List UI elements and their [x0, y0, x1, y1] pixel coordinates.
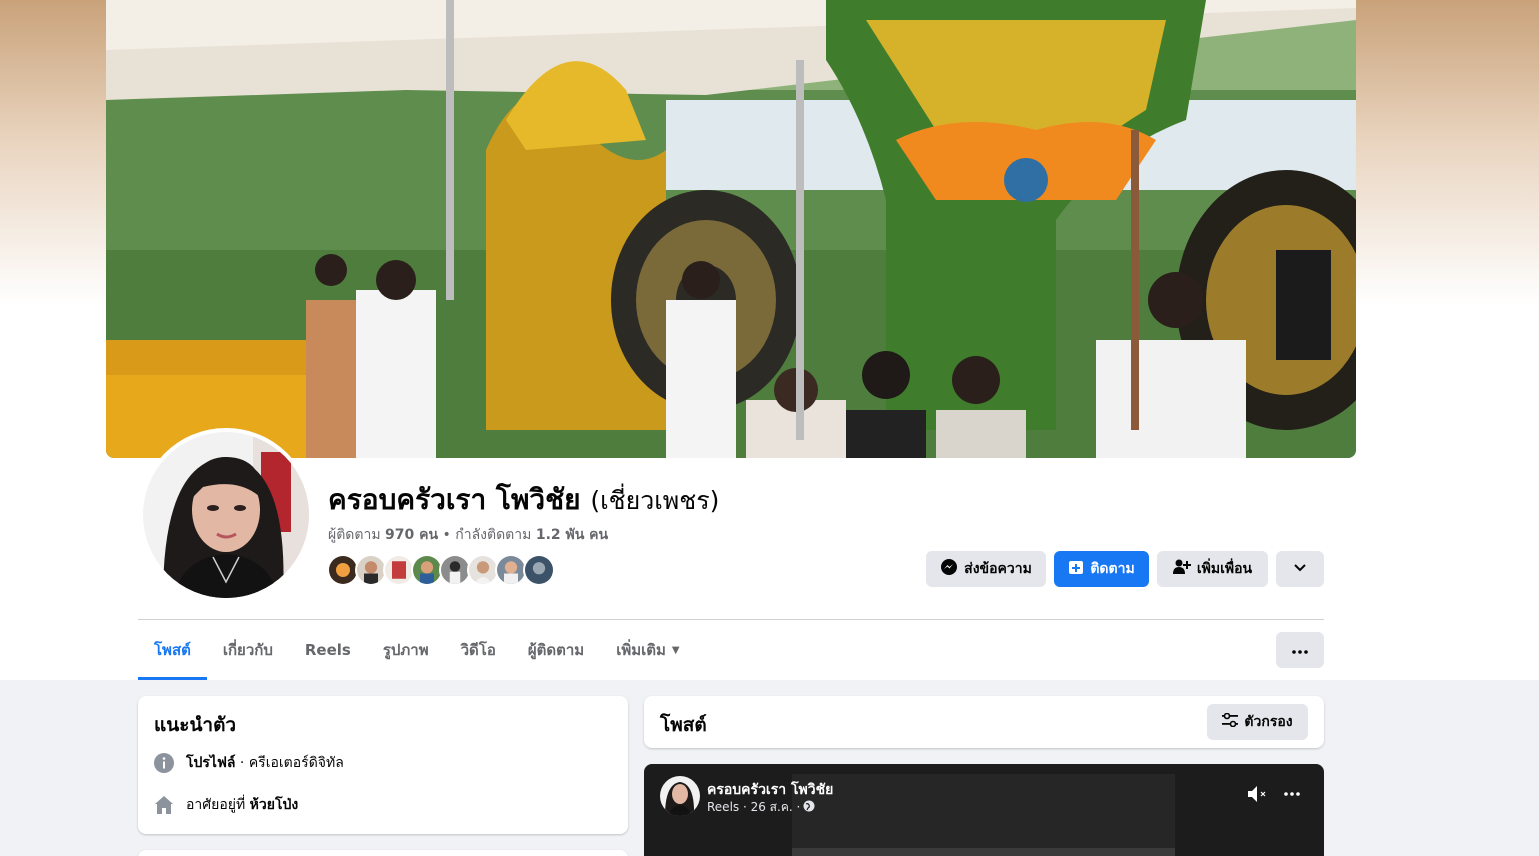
profile-tabs: โพสต์ เกี่ยวกับ Reels รูปภาพ วิดีโอ ผู้ต…: [138, 620, 696, 680]
tab-photos-label: รูปภาพ: [382, 641, 429, 659]
next-card-peek: [138, 850, 628, 856]
chevron-down-icon: [1293, 561, 1307, 577]
tab-more-options-button[interactable]: [1276, 632, 1324, 668]
reel-meta-text[interactable]: Reels · 26 ส.ค. ·: [707, 798, 800, 817]
intro-card: แนะนำตัว โปรไฟล์ · ครีเอเตอร์ดิจิทัล อาศ…: [138, 696, 628, 834]
profile-options-button[interactable]: [1276, 551, 1324, 587]
tab-videos[interactable]: วิดีโอ: [445, 620, 512, 680]
following-label[interactable]: กำลังติดตาม: [455, 527, 531, 543]
follow-button[interactable]: ติดตาม: [1054, 551, 1149, 587]
messenger-icon: [940, 558, 958, 580]
tab-more[interactable]: เพิ่มเติม ▼: [600, 620, 695, 680]
reel-video-frame: [792, 848, 1175, 856]
reel-video-area[interactable]: [792, 774, 1175, 856]
add-friend-button-label: เพิ่มเพื่อน: [1196, 561, 1253, 577]
message-button[interactable]: ส่งข้อความ: [926, 551, 1046, 587]
intro-profile-row: โปรไฟล์ · ครีเอเตอร์ดิจิทัล: [154, 752, 344, 774]
profile-picture[interactable]: [139, 428, 313, 602]
cover-photo-image: [106, 0, 1356, 458]
follow-icon: [1068, 559, 1084, 579]
follower-avatar[interactable]: [523, 554, 555, 586]
profile-alternate-name: (เชี่ยวเพชร): [590, 486, 720, 515]
post-more-icon[interactable]: [1280, 784, 1304, 804]
profile-name-text: ครอบครัวเรา โพวิชัย: [328, 483, 581, 516]
posts-title: โพสต์: [660, 714, 707, 736]
caret-down-icon: ▼: [671, 644, 680, 656]
intro-profile-label: โปรไฟล์: [186, 755, 236, 771]
reel-post[interactable]: ครอบครัวเรา โพวิชัย Reels · 26 ส.ค. ·: [644, 764, 1324, 856]
ellipsis-icon: [1292, 642, 1308, 658]
globe-icon: [803, 800, 815, 815]
followers-label[interactable]: ผู้ติดตาม: [328, 527, 381, 543]
intro-lives-in-row: อาศัยอยู่ที่ ห้วยโป่ง: [154, 794, 298, 816]
tab-reels-label: Reels: [304, 641, 351, 659]
tab-reels[interactable]: Reels: [289, 620, 367, 680]
filter-button-label: ตัวกรอง: [1244, 714, 1293, 730]
filter-icon: [1222, 712, 1239, 731]
filter-button[interactable]: ตัวกรอง: [1207, 704, 1308, 740]
intro-lives-in-value[interactable]: ห้วยโป่ง: [250, 797, 299, 813]
follower-avatars: [327, 554, 555, 586]
stats-separator: •: [438, 527, 456, 543]
reel-meta: Reels · 26 ส.ค. ·: [707, 798, 815, 817]
profile-picture-image: [143, 432, 309, 598]
intro-title: แนะนำตัว: [154, 714, 237, 736]
reel-author-avatar[interactable]: [660, 776, 700, 816]
profile-name: ครอบครัวเรา โพวิชัย (เชี่ยวเพชร): [328, 478, 719, 522]
tab-about-label: เกี่ยวกับ: [222, 641, 273, 659]
add-friend-button[interactable]: เพิ่มเพื่อน: [1157, 551, 1268, 587]
tab-posts-label: โพสต์: [154, 641, 191, 659]
add-friend-icon: [1172, 559, 1191, 579]
info-icon: [154, 753, 174, 773]
mute-icon[interactable]: [1246, 784, 1270, 804]
message-button-label: ส่งข้อความ: [964, 561, 1032, 577]
home-icon: [154, 795, 174, 815]
follow-stats: ผู้ติดตาม 970 คน • กำลังติดตาม 1.2 พัน ค…: [328, 524, 608, 546]
tab-about[interactable]: เกี่ยวกับ: [207, 620, 289, 680]
cover-photo[interactable]: [106, 0, 1356, 458]
following-count[interactable]: 1.2 พัน คน: [536, 527, 608, 543]
tab-followers[interactable]: ผู้ติดตาม: [512, 620, 600, 680]
tab-more-label: เพิ่มเติม: [616, 641, 666, 659]
posts-header-card: โพสต์ ตัวกรอง: [644, 696, 1324, 748]
follow-button-label: ติดตาม: [1090, 561, 1135, 577]
intro-lives-in-label: อาศัยอยู่ที่: [186, 797, 250, 813]
intro-profile-category: · ครีเอเตอร์ดิจิทัล: [235, 755, 344, 771]
tab-photos[interactable]: รูปภาพ: [367, 620, 445, 680]
followers-count[interactable]: 970 คน: [385, 527, 438, 543]
tab-posts[interactable]: โพสต์: [138, 620, 207, 680]
tab-followers-label: ผู้ติดตาม: [527, 641, 585, 659]
tab-videos-label: วิดีโอ: [460, 641, 496, 659]
